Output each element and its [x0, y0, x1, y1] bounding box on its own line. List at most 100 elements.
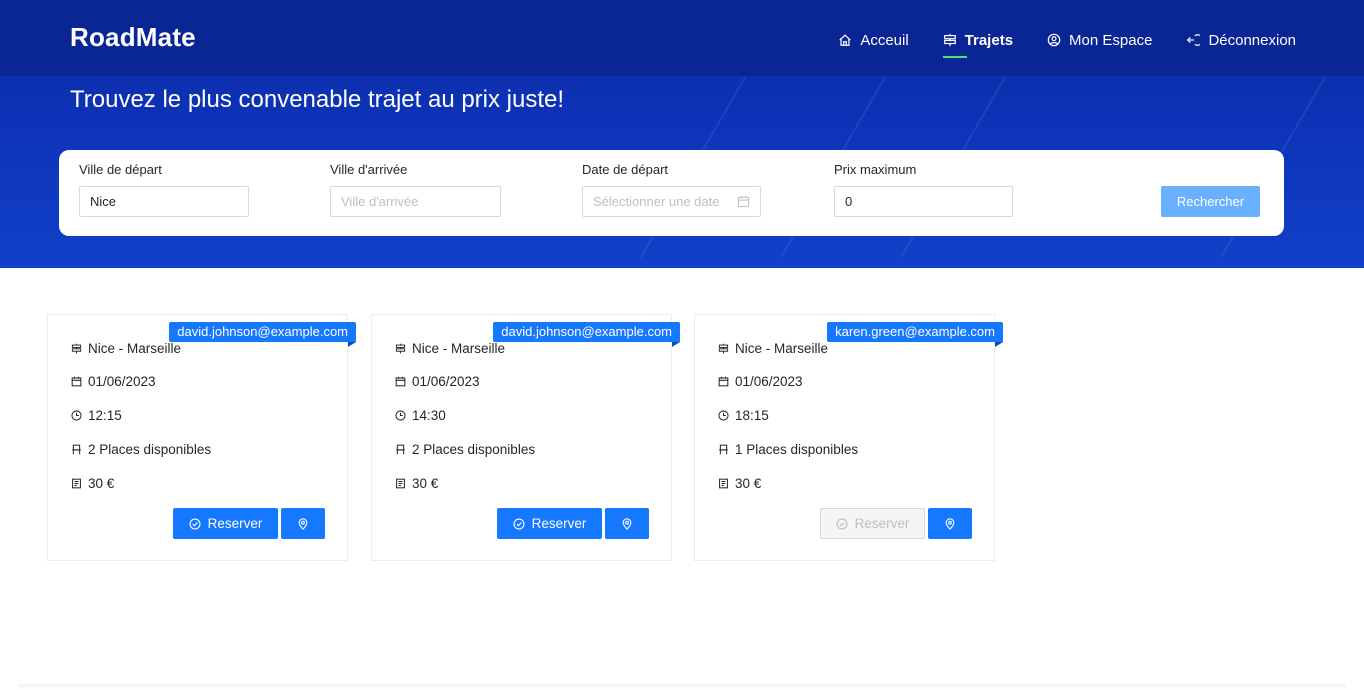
date-text: 01/06/2023	[412, 374, 480, 389]
seat-icon	[72, 444, 81, 455]
date-placeholder: Sélectionner une date	[593, 194, 720, 209]
arrival-field: Ville d'arrivée Ville d'arrivée	[330, 162, 501, 217]
departure-input[interactable]: Nice	[79, 186, 249, 217]
trip-route: Nice - Marseille	[718, 341, 828, 356]
trip-time: 18:15	[718, 408, 769, 423]
price-text: 30 €	[88, 476, 115, 491]
trip-time: 12:15	[71, 408, 122, 423]
route-text: Nice - Marseille	[412, 341, 506, 356]
nav-item-my-space[interactable]: Mon Espace	[1047, 28, 1152, 52]
trip-time: 14:30	[395, 408, 446, 423]
reserve-button[interactable]: Reserver	[497, 508, 602, 539]
signpost-icon	[71, 343, 82, 354]
arrival-label: Ville d'arrivée	[330, 162, 408, 177]
reserve-button-disabled[interactable]: Reserver	[820, 508, 925, 539]
time-text: 18:15	[735, 408, 769, 423]
logout-icon	[1187, 34, 1201, 46]
nav-item-logout[interactable]: Déconnexion	[1186, 28, 1296, 52]
price-label: Prix maximum	[834, 162, 917, 177]
brand-logo[interactable]: RoadMate	[70, 22, 196, 53]
seats-text: 2 Places disponibles	[412, 442, 536, 457]
seats-text: 1 Places disponibles	[735, 442, 859, 457]
check-circle-icon	[836, 517, 848, 530]
clock-icon	[71, 410, 82, 421]
signpost-icon	[395, 343, 406, 354]
arrival-placeholder: Ville d'arrivée	[341, 194, 419, 209]
receipt-icon	[719, 478, 728, 489]
search-form: Ville de départ Nice Ville d'arrivée Vil…	[59, 150, 1284, 236]
clock-icon	[395, 410, 406, 421]
trip-card: david.johnson@example.com Nice - Marseil…	[47, 314, 356, 561]
check-circle-icon	[189, 517, 201, 530]
route-text: Nice - Marseille	[735, 341, 829, 356]
map-button[interactable]	[928, 508, 972, 539]
trip-route: Nice - Marseille	[395, 341, 505, 356]
reserve-button[interactable]: Reserver	[173, 508, 278, 539]
user-circle-icon	[1047, 33, 1061, 47]
navbar: RoadMate Acceuil Trajets Mon Espace Déco…	[0, 0, 1364, 76]
arrival-input[interactable]: Ville d'arrivée	[330, 186, 501, 217]
calendar-icon	[395, 376, 406, 387]
price-input[interactable]: 0	[834, 186, 1013, 217]
receipt-icon	[72, 478, 81, 489]
departure-value: Nice	[90, 194, 117, 209]
seat-icon	[719, 444, 728, 455]
trip-seats: 2 Places disponibles	[71, 442, 211, 457]
trip-route: Nice - Marseille	[71, 341, 181, 356]
signpost-icon	[718, 343, 729, 354]
home-icon	[839, 34, 851, 46]
date-text: 01/06/2023	[88, 374, 156, 389]
nav-item-trips[interactable]: Trajets	[942, 28, 1014, 58]
nav-item-home[interactable]: Acceuil	[838, 28, 909, 52]
map-button[interactable]	[281, 508, 325, 539]
reserve-label: Reserver	[531, 516, 587, 531]
hero-banner: RoadMate Acceuil Trajets Mon Espace Déco…	[0, 0, 1364, 268]
trip-seats: 2 Places disponibles	[395, 442, 535, 457]
route-text: Nice - Marseille	[88, 341, 182, 356]
map-button[interactable]	[605, 508, 649, 539]
date-field: Date de départ Sélectionner une date	[582, 162, 761, 217]
driver-ribbon: david.johnson@example.com	[169, 322, 356, 347]
location-pin-icon	[622, 517, 632, 530]
location-pin-icon	[945, 517, 955, 530]
clock-icon	[718, 410, 729, 421]
footer-divider	[18, 684, 1346, 690]
check-circle-icon	[513, 517, 525, 530]
page-tagline: Trouvez le plus convenable trajet au pri…	[70, 86, 565, 113]
nav-menu: Acceuil Trajets Mon Espace Déconnexion	[838, 28, 1296, 58]
reserve-label: Reserver	[207, 516, 263, 531]
price-value: 0	[845, 194, 853, 209]
driver-ribbon: karen.green@example.com	[827, 322, 1003, 347]
driver-ribbon: david.johnson@example.com	[493, 322, 680, 347]
receipt-icon	[396, 478, 405, 489]
reserve-label: Reserver	[854, 516, 910, 531]
nav-label: Acceuil	[860, 31, 909, 49]
calendar-icon	[737, 195, 750, 208]
calendar-icon	[71, 376, 82, 387]
price-text: 30 €	[412, 476, 439, 491]
nav-label: Mon Espace	[1069, 31, 1153, 49]
time-text: 12:15	[88, 408, 122, 423]
time-text: 14:30	[412, 408, 446, 423]
trip-price: 30 €	[71, 476, 114, 491]
nav-label: Déconnexion	[1208, 31, 1296, 49]
trip-price: 30 €	[395, 476, 438, 491]
date-label: Date de départ	[582, 162, 669, 177]
calendar-icon	[718, 376, 729, 387]
trip-date: 01/06/2023	[71, 374, 156, 389]
date-text: 01/06/2023	[735, 374, 803, 389]
trip-seats: 1 Places disponibles	[718, 442, 858, 457]
signpost-icon	[943, 33, 956, 47]
search-button[interactable]: Rechercher	[1161, 186, 1260, 217]
trip-date: 01/06/2023	[718, 374, 803, 389]
nav-label: Trajets	[964, 31, 1014, 49]
departure-label: Ville de départ	[79, 162, 162, 177]
trip-price: 30 €	[718, 476, 761, 491]
price-text: 30 €	[735, 476, 762, 491]
seats-text: 2 Places disponibles	[88, 442, 212, 457]
trip-card: david.johnson@example.com Nice - Marseil…	[371, 314, 680, 561]
trip-card: karen.green@example.com Nice - Marseille…	[694, 314, 1003, 561]
date-picker-input[interactable]: Sélectionner une date	[582, 186, 761, 217]
seat-icon	[396, 444, 405, 455]
trip-date: 01/06/2023	[395, 374, 480, 389]
